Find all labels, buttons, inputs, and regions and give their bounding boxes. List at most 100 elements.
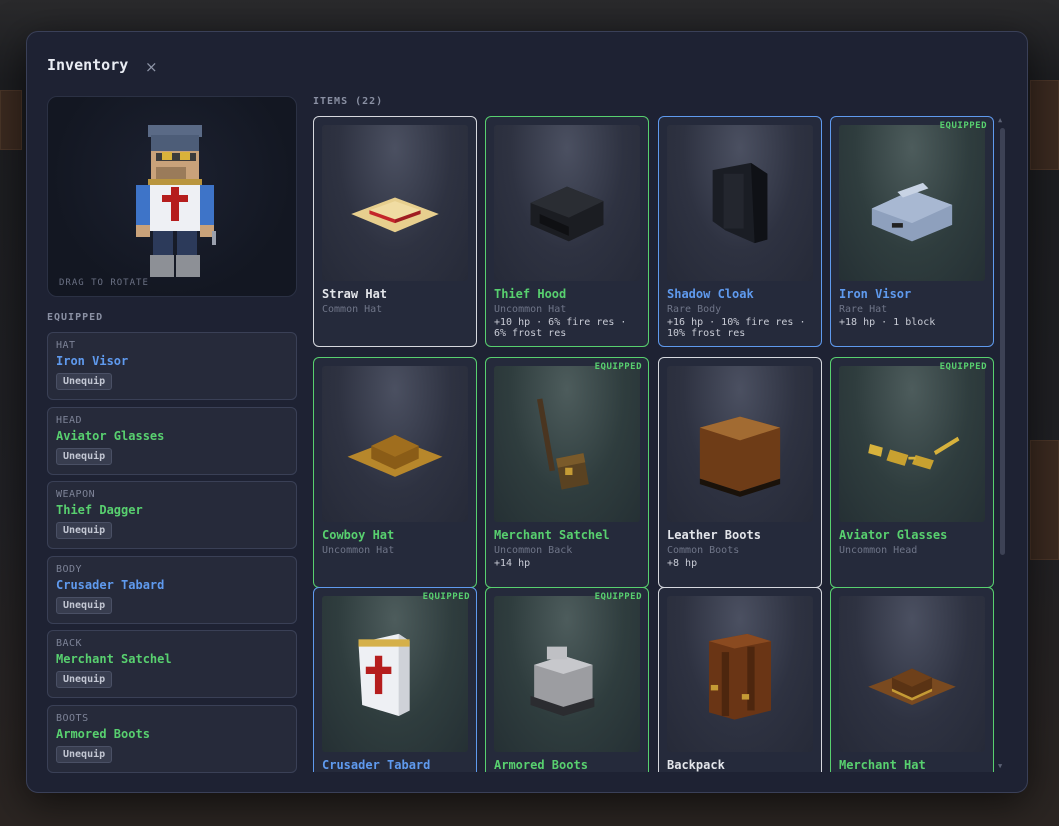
item-card[interactable]: Merchant Hat (830, 587, 994, 772)
item-thumbnail (322, 596, 468, 752)
item-type: Uncommon Head (839, 545, 918, 556)
satchel-icon (536, 398, 589, 490)
item-card[interactable]: Backpack (658, 587, 822, 772)
item-thumbnail (667, 596, 813, 752)
item-name: Straw Hat (322, 287, 388, 301)
item-name: Aviator Glasses (839, 528, 948, 542)
item-thumbnail (839, 366, 985, 522)
item-stats: +18 hp · 1 block (839, 317, 936, 328)
item-card[interactable]: EQUIPPED Aviator Glasses Uncommon Head (830, 357, 994, 588)
item-name: Armored Boots (494, 758, 588, 772)
item-thumbnail (322, 366, 468, 522)
iron-visor-icon (871, 182, 953, 242)
slot-item-name: Merchant Satchel (56, 652, 172, 666)
drag-to-rotate-hint: DRAG TO ROTATE (59, 278, 149, 288)
item-name: Merchant Satchel (494, 528, 610, 542)
unequip-button[interactable]: Unequip (56, 596, 113, 614)
unequip-button[interactable]: Unequip (56, 447, 113, 465)
item-thumbnail (839, 596, 985, 752)
unequip-button[interactable]: Unequip (56, 373, 113, 390)
item-card[interactable]: Thief Hood Uncommon Hat +10 hp · 6% fire r… (485, 116, 649, 347)
item-type: Common Boots (667, 545, 740, 556)
item-stats: +10 hp · 6% fire res · 6% frost res (494, 317, 627, 339)
unequip-button[interactable]: Unequip (56, 745, 113, 763)
item-thumbnail (667, 366, 813, 522)
wooden-crate (1030, 80, 1059, 170)
scroll-up-icon[interactable]: ▲ (998, 116, 1002, 124)
item-type: Uncommon Hat (322, 545, 395, 556)
item-type: Rare Hat (839, 304, 888, 315)
item-name: Cowboy Hat (322, 528, 395, 542)
equipped-slot-hat: HAT Iron Visor Unequip (47, 332, 297, 400)
inventory-panel: Inventory × DRAG TO ROTATE EQUIPPED HAT … (26, 31, 1028, 793)
item-stats: +14 hp (494, 558, 531, 569)
unequip-button[interactable]: Unequip (56, 671, 113, 688)
item-type: Rare Body (667, 304, 722, 315)
item-card[interactable]: Leather Boots Common Boots +8 hp (658, 357, 822, 588)
shadow-cloak-icon (712, 162, 768, 244)
character-model-icon (136, 125, 216, 277)
slot-type-label: WEAPON (56, 489, 96, 500)
item-type: Uncommon Hat (494, 304, 567, 315)
item-name: Thief Hood (494, 287, 567, 301)
item-name: Leather Boots (667, 528, 761, 542)
slot-item-name: Armored Boots (56, 726, 150, 741)
equipped-slot-back: BACK Merchant Satchel Unequip (47, 630, 297, 698)
slot-type-label: BACK (56, 638, 83, 649)
equipped-slot-weapon: WEAPON Thief Dagger Unequip (47, 481, 297, 549)
scrollbar-thumb[interactable] (1000, 128, 1005, 555)
item-card[interactable]: EQUIPPED Armored Boots (485, 587, 649, 772)
item-type: Common Hat (322, 304, 383, 315)
slot-item-name: Iron Visor (56, 354, 129, 368)
item-stats: +8 hp (667, 558, 698, 569)
equipped-tag: EQUIPPED (594, 362, 642, 372)
item-name: Backpack (667, 758, 725, 772)
item-thumbnail (322, 125, 468, 281)
items-scrollbar[interactable]: ▲ ▼ (998, 116, 1005, 772)
equipped-slots-list: HAT Iron Visor Unequip HEAD Aviator Glasses U… (47, 332, 297, 779)
equipped-tag: EQUIPPED (939, 121, 987, 131)
slot-item-name: Thief Dagger (56, 503, 143, 517)
straw-hat-icon (351, 197, 439, 233)
item-thumbnail (667, 125, 813, 281)
item-thumbnail (494, 366, 640, 522)
item-card[interactable]: EQUIPPED Iron Visor Rare Hat +18 hp · 1 blo… (830, 116, 994, 347)
item-card[interactable]: Cowboy Hat Uncommon Hat (313, 357, 477, 588)
backpack-icon (708, 633, 772, 720)
armored-boots-icon (530, 646, 595, 716)
wooden-crate (0, 90, 22, 150)
equipped-section-label: EQUIPPED (47, 312, 104, 323)
item-name: Merchant Hat (839, 758, 926, 772)
slot-type-label: HEAD (56, 414, 83, 426)
character-preview[interactable]: DRAG TO ROTATE (47, 96, 297, 297)
equipped-slot-head: HEAD Aviator Glasses Unequip (47, 406, 297, 475)
slot-item-name: Aviator Glasses (56, 428, 165, 443)
item-thumbnail (839, 125, 985, 281)
merchant-hat-icon (868, 668, 956, 706)
slot-item-name: Crusader Tabard (56, 577, 165, 592)
item-card[interactable]: Straw Hat Common Hat (313, 116, 477, 347)
slot-type-label: BOOTS (56, 712, 89, 724)
item-name: Shadow Cloak (667, 287, 754, 301)
slot-type-label: BODY (56, 563, 83, 575)
slot-type-label: HAT (56, 340, 76, 351)
equipped-slot-boots: BOOTS Armored Boots Unequip (47, 704, 297, 773)
item-card[interactable]: EQUIPPED Crusader Tabard (313, 587, 477, 772)
item-card[interactable]: Shadow Cloak Rare Body +16 hp · 10% fire r… (658, 116, 822, 347)
item-stats: +16 hp · 10% fire res · 10% frost res (667, 317, 806, 339)
item-name: Crusader Tabard (322, 758, 431, 772)
item-thumbnail (494, 125, 640, 281)
tabard-icon (358, 633, 410, 716)
item-type: Uncommon Back (494, 545, 573, 556)
item-card[interactable]: EQUIPPED Merchant Satchel Uncommon Back +14… (485, 357, 649, 588)
unequip-button[interactable]: Unequip (56, 522, 113, 539)
item-thumbnail (494, 596, 640, 752)
items-section-label: ITEMS (22) (313, 96, 384, 107)
scroll-down-icon[interactable]: ▼ (998, 762, 1002, 770)
items-grid[interactable]: Straw Hat Common Hat Thief Hood Uncommon Ha… (313, 116, 1011, 772)
item-name: Iron Visor (839, 287, 912, 301)
cowboy-hat-icon (347, 434, 443, 477)
wooden-crate (1030, 440, 1059, 560)
close-icon[interactable]: × (145, 58, 158, 76)
equipped-slot-body: BODY Crusader Tabard Unequip (47, 555, 297, 624)
